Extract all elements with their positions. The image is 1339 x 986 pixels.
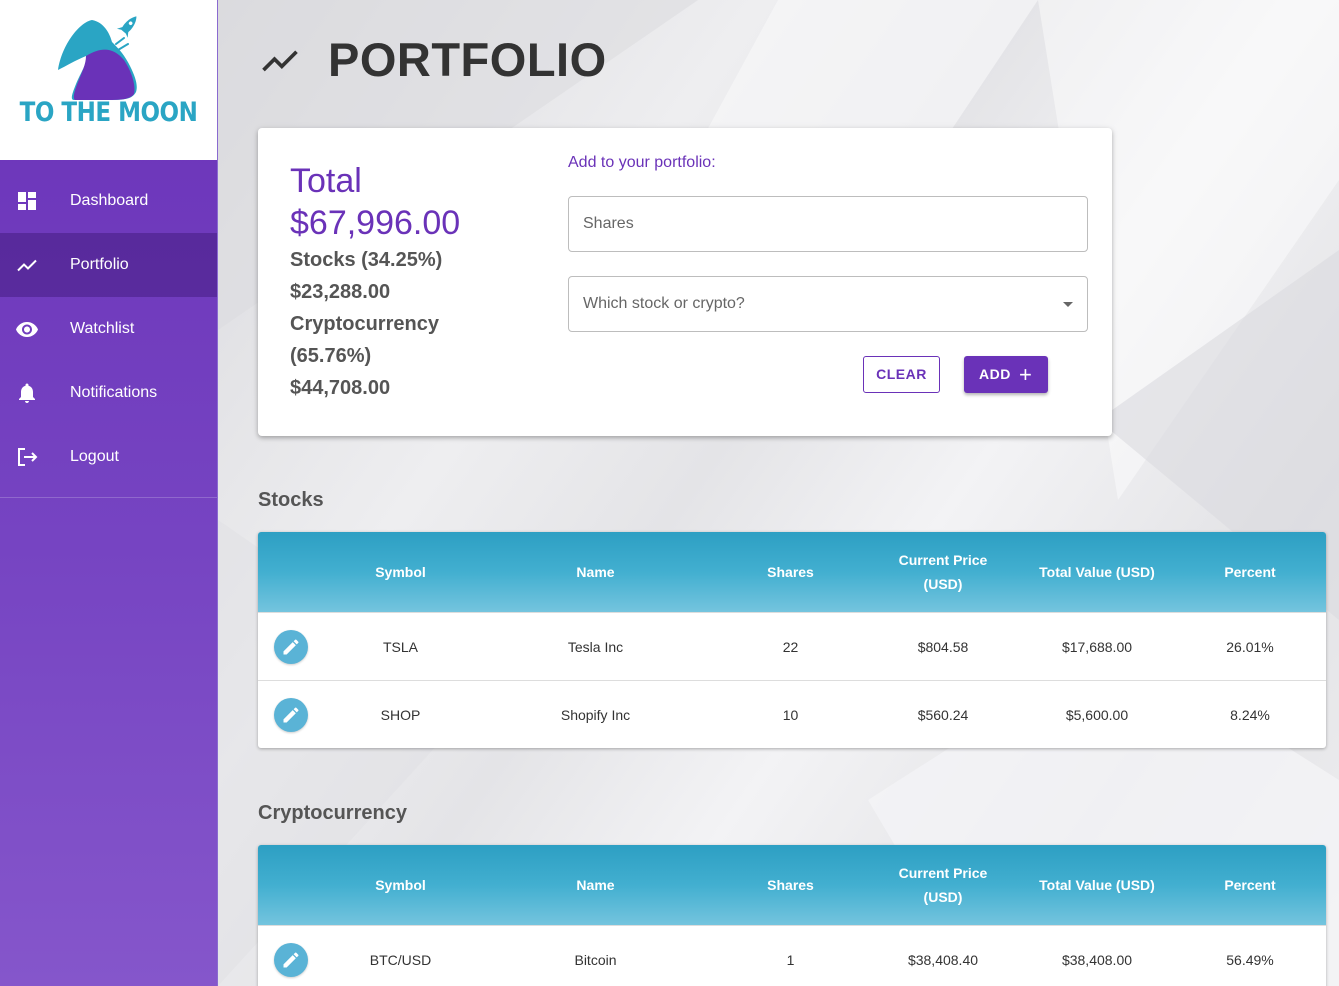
sidebar-item-watchlist[interactable]: Watchlist bbox=[0, 297, 217, 361]
column-header-symbol[interactable]: Symbol bbox=[318, 532, 483, 612]
pencil-icon bbox=[283, 707, 299, 723]
crypto-allocation-value: $44,708.00 bbox=[290, 377, 391, 399]
table-header: Symbol Name Shares Current Price (USD) To… bbox=[258, 532, 1326, 612]
asset-select-placeholder: Which stock or crypto? bbox=[583, 295, 745, 312]
sidebar-nav: Dashboard Portfolio Watchlist Notificati… bbox=[0, 169, 217, 489]
plus-icon: + bbox=[1019, 362, 1033, 387]
brand-name: TO THE MOON bbox=[19, 98, 198, 128]
crypto-section-title: Cryptocurrency bbox=[258, 802, 407, 824]
column-header-shares[interactable]: Shares bbox=[708, 845, 873, 925]
sidebar: TO THE MOON Dashboard Portfolio Watchlis… bbox=[0, 0, 218, 986]
logo[interactable]: TO THE MOON bbox=[0, 0, 217, 160]
stocks-table: Symbol Name Shares Current Price (USD) To… bbox=[258, 532, 1326, 748]
trending-up-icon bbox=[17, 259, 37, 272]
table-row: BTC/USD Bitcoin 1 $38,408.40 $38,408.00 … bbox=[258, 925, 1326, 986]
column-header-percent[interactable]: Percent bbox=[1178, 845, 1322, 925]
column-header-shares[interactable]: Shares bbox=[708, 532, 873, 612]
sidebar-item-dashboard[interactable]: Dashboard bbox=[0, 169, 217, 233]
column-header-price-line1: Current Price bbox=[898, 552, 988, 568]
bell-icon bbox=[19, 383, 35, 403]
column-header-price[interactable]: Current Price (USD) bbox=[878, 845, 1008, 925]
cell-shares: 10 bbox=[782, 707, 799, 723]
cell-total: $17,688.00 bbox=[1061, 639, 1133, 655]
column-header-percent[interactable]: Percent bbox=[1178, 532, 1322, 612]
shares-field bbox=[568, 196, 1088, 252]
table-header: Symbol Name Shares Current Price (USD) To… bbox=[258, 845, 1326, 925]
pencil-icon bbox=[283, 639, 299, 655]
cell-symbol: BTC/USD bbox=[369, 952, 432, 968]
table-row: TSLA Tesla Inc 22 $804.58 $17,688.00 26.… bbox=[258, 612, 1326, 680]
sidebar-item-label: Dashboard bbox=[70, 192, 149, 209]
cell-shares: 1 bbox=[786, 952, 795, 968]
crypto-allocation-percent: (65.76%) bbox=[290, 345, 372, 367]
crypto-allocation-label: Cryptocurrency bbox=[290, 313, 439, 335]
column-header-price[interactable]: Current Price (USD) bbox=[878, 532, 1008, 612]
column-header-total[interactable]: Total Value (USD) bbox=[1018, 845, 1176, 925]
edit-button[interactable] bbox=[274, 943, 308, 977]
stocks-allocation-label: Stocks (34.25%) bbox=[290, 249, 443, 271]
column-header-symbol[interactable]: Symbol bbox=[318, 845, 483, 925]
dropdown-arrow-icon bbox=[1063, 302, 1073, 307]
add-button-label: ADD bbox=[979, 366, 1011, 382]
cell-name: Shopify Inc bbox=[560, 707, 631, 723]
dashboard-icon bbox=[18, 192, 36, 210]
stocks-section-title: Stocks bbox=[258, 489, 324, 511]
logout-icon bbox=[18, 448, 38, 466]
cell-name: Tesla Inc bbox=[567, 639, 624, 655]
edit-button[interactable] bbox=[274, 630, 308, 664]
cell-symbol: SHOP bbox=[380, 707, 421, 723]
clear-button[interactable]: CLEAR bbox=[863, 356, 940, 393]
sidebar-divider bbox=[0, 497, 217, 498]
stocks-allocation-value: $23,288.00 bbox=[290, 281, 391, 303]
cell-price: $560.24 bbox=[917, 707, 969, 723]
column-header-total[interactable]: Total Value (USD) bbox=[1018, 532, 1176, 612]
sidebar-item-logout[interactable]: Logout bbox=[0, 425, 217, 489]
cell-price: $38,408.40 bbox=[907, 952, 979, 968]
cell-name: Bitcoin bbox=[574, 952, 617, 968]
cell-shares: 22 bbox=[782, 639, 799, 655]
cell-total: $5,600.00 bbox=[1065, 707, 1129, 723]
shares-input[interactable] bbox=[569, 197, 1087, 251]
sidebar-item-notifications[interactable]: Notifications bbox=[0, 361, 217, 425]
sidebar-item-label: Watchlist bbox=[70, 320, 135, 337]
sidebar-item-portfolio[interactable]: Portfolio bbox=[0, 233, 217, 297]
column-header-price-line1: Current Price bbox=[898, 865, 988, 881]
edit-button[interactable] bbox=[274, 698, 308, 732]
cell-percent: 8.24% bbox=[1230, 707, 1270, 723]
cell-symbol: TSLA bbox=[382, 639, 418, 655]
cell-percent: 56.49% bbox=[1226, 952, 1274, 968]
eye-icon bbox=[16, 322, 38, 337]
asset-select[interactable]: Which stock or crypto? bbox=[568, 276, 1088, 332]
sidebar-item-label: Notifications bbox=[70, 384, 158, 401]
column-header-price-line2: (USD) bbox=[923, 889, 963, 905]
cell-price: $804.58 bbox=[917, 639, 969, 655]
pencil-icon bbox=[283, 952, 299, 968]
total-label: Total bbox=[290, 162, 362, 200]
total-value: $67,996.00 bbox=[290, 204, 461, 242]
portfolio-summary-card: Total $67,996.00 Stocks (34.25%) $23,288… bbox=[258, 128, 1112, 436]
rocket-mountain-logo-icon bbox=[58, 16, 137, 100]
add-button[interactable]: ADD + bbox=[964, 356, 1048, 393]
column-header-name[interactable]: Name bbox=[503, 532, 688, 612]
table-row: SHOP Shopify Inc 10 $560.24 $5,600.00 8.… bbox=[258, 680, 1326, 748]
cell-percent: 26.01% bbox=[1226, 639, 1274, 655]
cell-total: $38,408.00 bbox=[1061, 952, 1133, 968]
page-title: PORTFOLIO bbox=[328, 33, 607, 86]
column-header-price-line2: (USD) bbox=[923, 576, 963, 592]
trending-up-icon bbox=[262, 50, 298, 72]
add-form-title: Add to your portfolio: bbox=[568, 154, 716, 171]
column-header-name[interactable]: Name bbox=[503, 845, 688, 925]
crypto-table: Symbol Name Shares Current Price (USD) To… bbox=[258, 845, 1326, 986]
main-content: PORTFOLIO Total $67,996.00 Stocks (34.25… bbox=[218, 0, 1339, 986]
sidebar-item-label: Portfolio bbox=[70, 256, 129, 273]
sidebar-item-label: Logout bbox=[70, 448, 119, 465]
